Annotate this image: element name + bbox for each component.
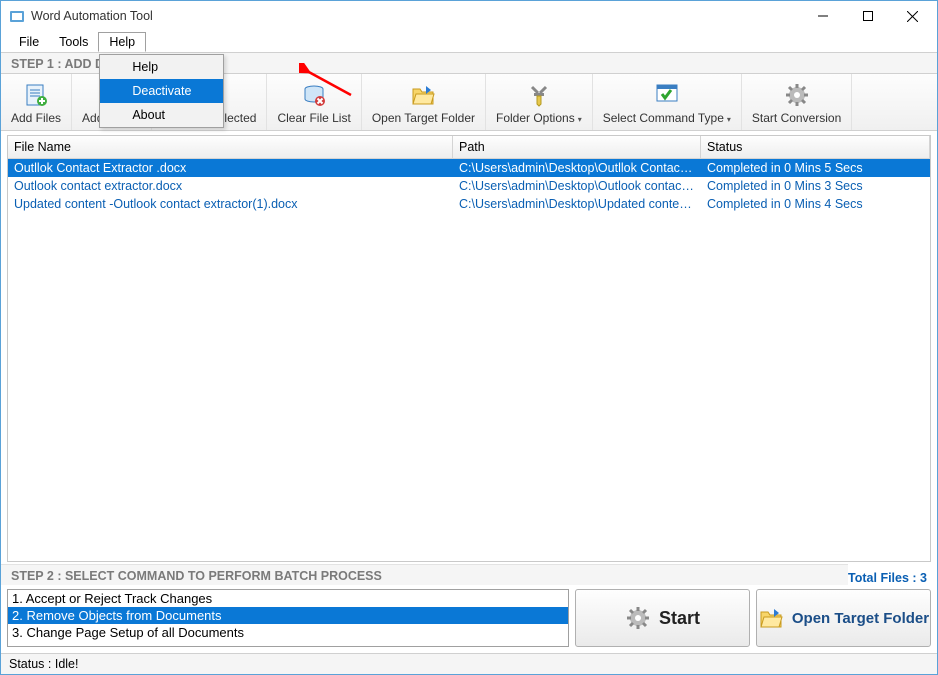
col-filename[interactable]: File Name	[8, 136, 453, 158]
folder-options-button[interactable]: Folder Options▾	[486, 74, 593, 130]
list-item[interactable]: 1. Accept or Reject Track Changes	[8, 590, 568, 607]
open-folder-icon	[758, 605, 784, 631]
menu-bar: File Tools Help Help Deactivate About	[1, 31, 937, 53]
grid-header: File Name Path Status	[8, 136, 930, 159]
gear-icon	[784, 81, 810, 109]
table-row[interactable]: Outlook contact extractor.docxC:\Users\a…	[8, 177, 930, 195]
select-command-type-button[interactable]: Select Command Type▾	[593, 74, 742, 130]
select-command-icon	[654, 81, 680, 109]
app-icon	[9, 8, 25, 24]
window-title: Word Automation Tool	[31, 9, 153, 23]
help-menu-deactivate[interactable]: Deactivate	[100, 79, 223, 103]
file-grid: File Name Path Status Outllok Contact Ex…	[7, 135, 931, 562]
chevron-down-icon: ▾	[578, 115, 582, 124]
title-bar: Word Automation Tool	[1, 1, 937, 31]
grid-body[interactable]: Outllok Contact Extractor .docxC:\Users\…	[8, 159, 930, 561]
maximize-button[interactable]	[845, 2, 890, 30]
start-conversion-button[interactable]: Start Conversion	[742, 74, 852, 130]
bottom-row: 1. Accept or Reject Track Changes2. Remo…	[1, 585, 937, 653]
menu-file[interactable]: File	[9, 33, 49, 51]
table-row[interactable]: Outllok Contact Extractor .docxC:\Users\…	[8, 159, 930, 177]
col-status[interactable]: Status	[701, 136, 930, 158]
command-list[interactable]: 1. Accept or Reject Track Changes2. Remo…	[7, 589, 569, 647]
open-target-folder-button[interactable]: Open Target Folder	[362, 74, 486, 130]
add-files-button[interactable]: Add Files	[1, 74, 72, 130]
chevron-down-icon: ▾	[727, 115, 731, 124]
list-item[interactable]: 2. Remove Objects from Documents	[8, 607, 568, 624]
open-folder-icon	[410, 81, 436, 109]
table-row[interactable]: Updated content -Outlook contact extract…	[8, 195, 930, 213]
gear-icon	[625, 605, 651, 631]
total-files-label: Total Files : 3	[848, 569, 937, 585]
menu-tools[interactable]: Tools	[49, 33, 98, 51]
clear-file-list-button[interactable]: Clear File List	[267, 74, 361, 130]
col-path[interactable]: Path	[453, 136, 701, 158]
menu-help[interactable]: Help Help Deactivate About	[98, 32, 146, 52]
help-dropdown: Help Deactivate About	[99, 54, 224, 128]
add-files-icon	[23, 81, 49, 109]
folder-options-icon	[526, 81, 552, 109]
list-item[interactable]: 3. Change Page Setup of all Documents	[8, 624, 568, 641]
minimize-button[interactable]	[800, 2, 845, 30]
clear-list-icon	[301, 81, 327, 109]
help-menu-help[interactable]: Help	[100, 55, 223, 79]
open-target-folder-big-button[interactable]: Open Target Folder	[756, 589, 931, 647]
app-window: Word Automation Tool File Tools Help Hel…	[0, 0, 938, 675]
status-bar: Status : Idle!	[1, 653, 937, 674]
help-menu-about[interactable]: About	[100, 103, 223, 127]
start-button[interactable]: Start	[575, 589, 750, 647]
close-button[interactable]	[890, 2, 935, 30]
step2-label: STEP 2 : SELECT COMMAND TO PERFORM BATCH…	[1, 564, 848, 585]
